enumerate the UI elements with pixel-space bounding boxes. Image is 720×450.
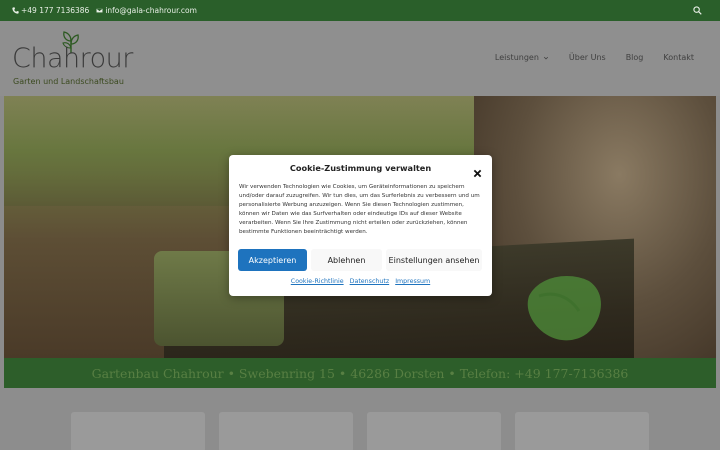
accept-button[interactable]: Akzeptieren [238,249,307,271]
email-contact[interactable]: info@gala-chahrour.com [96,6,197,15]
nav-item-leistungen[interactable]: Leistungen [495,53,549,62]
close-button[interactable] [473,163,482,178]
cookie-consent-dialog: Cookie-Zustimmung verwalten Wir verwende… [229,155,492,296]
site-logo[interactable]: Chahrour Garten und Landschaftsbau [12,31,142,88]
search-icon[interactable] [693,6,702,15]
privacy-link[interactable]: Datenschutz [350,278,390,285]
main-navigation: Leistungen Über Uns Blog Kontakt [475,53,694,62]
service-card[interactable] [367,412,501,450]
nav-item-blog[interactable]: Blog [626,53,644,62]
dialog-title: Cookie-Zustimmung verwalten [289,163,432,173]
address-strip: Gartenbau Chahrour • Swebenring 15 • 462… [4,358,716,388]
phone-contact[interactable]: +49 177 7136386 [12,6,89,15]
close-icon [473,169,482,178]
service-card[interactable] [71,412,205,450]
chevron-down-icon [543,56,548,59]
deny-button[interactable]: Ablehnen [311,249,382,271]
view-settings-button[interactable]: Einstellungen ansehen [386,249,482,271]
dialog-body-text: Wir verwenden Technologien wie Cookies, … [239,184,480,235]
nav-label: Blog [625,53,644,62]
logo-tagline: Garten und Landschaftsbau [13,77,124,86]
phone-number: +49 177 7136386 [21,6,90,15]
service-card[interactable] [219,412,353,450]
envelope-icon [96,8,104,13]
policy-links: Cookie-Richtlinie Datenschutz Impressum [229,278,492,285]
phone-icon [12,7,19,14]
nav-label: Kontakt [663,53,694,62]
glove-image [527,276,601,341]
nav-label: Leistungen [494,53,539,62]
address-text: Gartenbau Chahrour • Swebenring 15 • 462… [91,365,629,381]
service-card[interactable] [515,412,649,450]
nav-item-ueber-uns[interactable]: Über Uns [569,53,606,62]
imprint-link[interactable]: Impressum [395,278,430,285]
nav-item-kontakt[interactable]: Kontakt [663,53,694,62]
top-contact-bar: +49 177 7136386 info@gala-chahrour.com [0,0,720,21]
email-address: info@gala-chahrour.com [105,6,197,15]
cookie-policy-link[interactable]: Cookie-Richtlinie [291,278,344,285]
services-section [0,388,720,450]
site-header: Chahrour Garten und Landschaftsbau Leist… [0,21,720,96]
nav-label: Über Uns [568,53,606,62]
logo-wordmark: Chahrour [12,43,133,74]
